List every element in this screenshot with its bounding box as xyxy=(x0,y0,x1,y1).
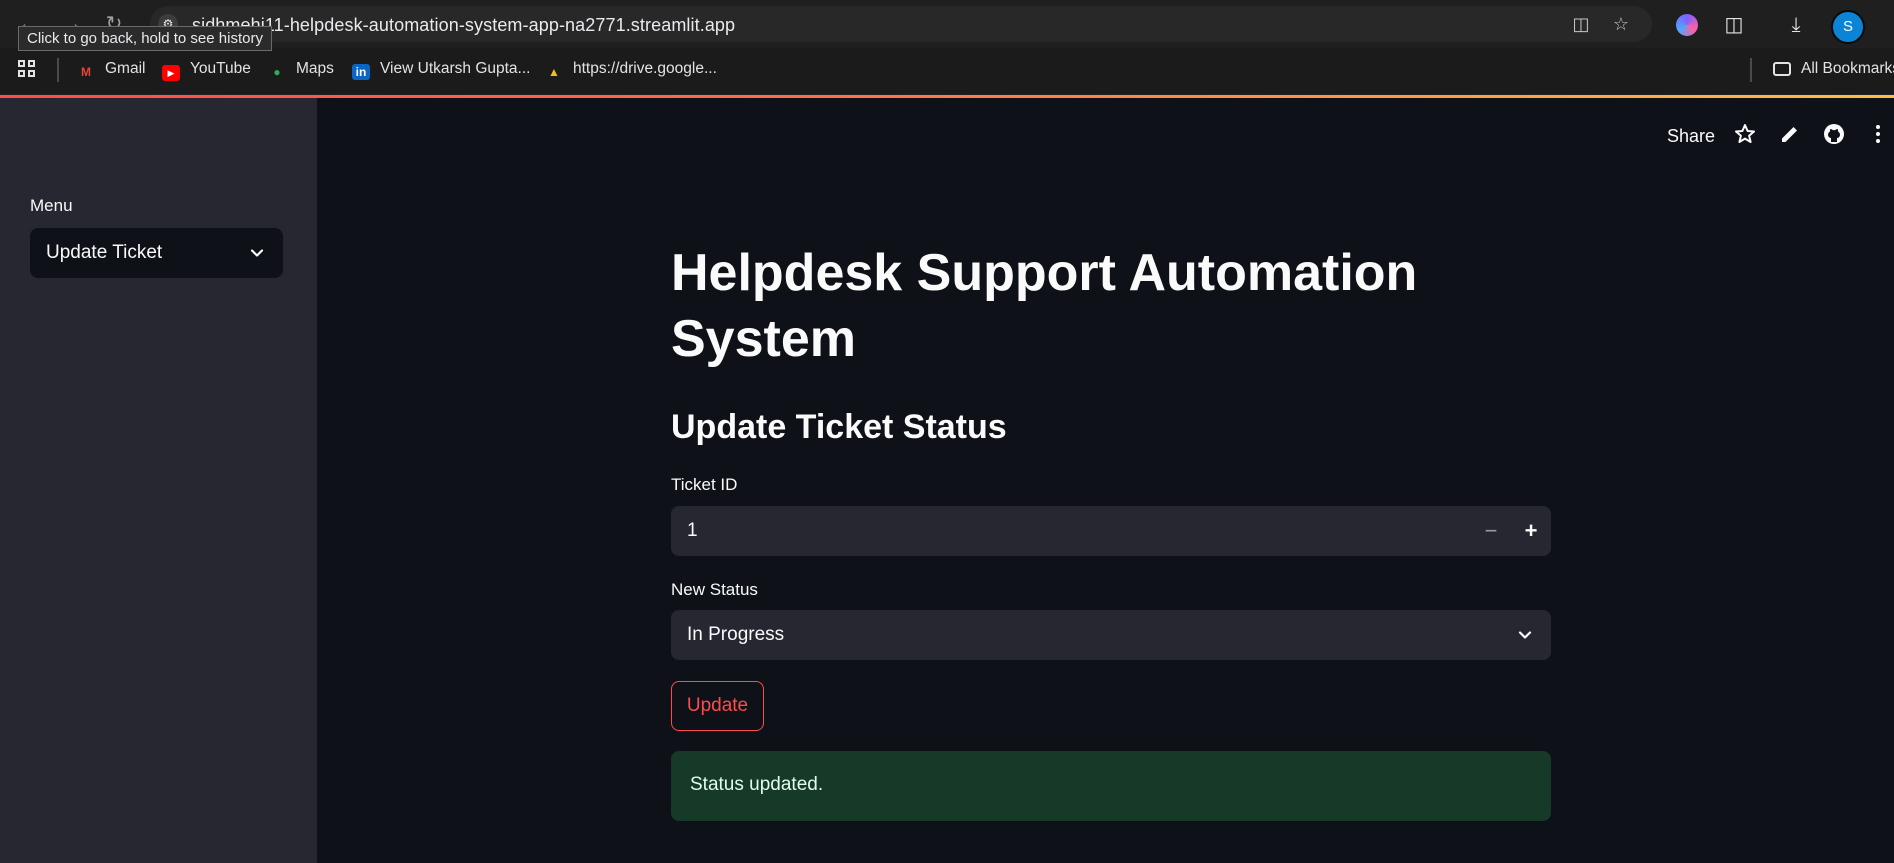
download-icon[interactable]: ⤓ xyxy=(1783,12,1809,38)
page-title: Helpdesk Support Automation System xyxy=(671,244,1418,368)
folder-icon xyxy=(1773,62,1791,76)
extension-brain-icon[interactable] xyxy=(1676,14,1698,36)
share-button[interactable]: Share xyxy=(1667,126,1715,147)
apps-grid-icon[interactable] xyxy=(18,60,38,80)
bookmarks-separator xyxy=(57,58,59,82)
menu-selected-value: Update Ticket xyxy=(46,242,163,263)
bookmark-star-icon[interactable]: ☆ xyxy=(1610,13,1632,35)
section-heading: Update Ticket Status xyxy=(671,408,1007,446)
bookmark-drive[interactable]: ▲ https://drive.google... xyxy=(545,58,717,80)
update-button[interactable]: Update xyxy=(671,681,764,731)
sidebar: Menu Update Ticket xyxy=(0,98,317,863)
omnibox[interactable]: ⚙ sidhmehi11-helpdesk-automation-system-… xyxy=(150,6,1652,42)
ticket-id-value[interactable]: 1 xyxy=(687,520,698,542)
all-bookmarks[interactable]: All Bookmarks xyxy=(1773,58,1894,80)
drive-icon: ▲ xyxy=(548,65,560,79)
profile-avatar[interactable]: S xyxy=(1831,10,1865,44)
increment-button[interactable]: + xyxy=(1511,506,1551,556)
chevron-down-icon xyxy=(1518,631,1532,639)
bookmark-gmail[interactable]: M Gmail xyxy=(77,58,145,80)
star-icon[interactable] xyxy=(1733,122,1757,146)
bookmark-maps[interactable]: ● Maps xyxy=(268,58,334,80)
bookmark-youtube[interactable]: ▶ YouTube xyxy=(162,58,251,81)
url-text[interactable]: sidhmehi11-helpdesk-automation-system-ap… xyxy=(192,15,735,36)
bookmarks-separator-right xyxy=(1750,58,1752,82)
address-bar-row: ← → ↻ ⚙ sidhmehi11-helpdesk-automation-s… xyxy=(0,0,1894,48)
extensions-icon[interactable]: ◫ xyxy=(1721,12,1747,38)
linkedin-icon: in xyxy=(352,64,370,80)
menu-select[interactable]: Update Ticket xyxy=(30,228,283,278)
bookmark-linkedin[interactable]: in View Utkarsh Gupta... xyxy=(352,58,530,80)
new-status-value: In Progress xyxy=(687,624,785,645)
chevron-down-icon xyxy=(250,249,264,257)
more-vertical-icon[interactable] xyxy=(1866,122,1890,146)
maps-icon: ● xyxy=(273,65,281,79)
new-status-label: New Status xyxy=(671,580,758,599)
ticket-id-label: Ticket ID xyxy=(671,475,738,494)
gmail-icon: M xyxy=(81,65,91,79)
browser-chrome: ← → ↻ ⚙ sidhmehi11-helpdesk-automation-s… xyxy=(0,0,1894,97)
edit-pencil-icon[interactable] xyxy=(1778,122,1802,146)
github-icon[interactable] xyxy=(1822,122,1846,146)
ticket-id-input[interactable]: 1 − + xyxy=(671,506,1551,556)
success-alert: Status updated. xyxy=(671,751,1551,821)
new-status-select[interactable]: In Progress xyxy=(671,610,1551,660)
youtube-icon: ▶ xyxy=(162,65,180,81)
menu-label: Menu xyxy=(30,196,73,215)
decrement-button[interactable]: − xyxy=(1471,506,1511,556)
install-app-icon[interactable]: ◫ xyxy=(1570,13,1592,35)
back-button-tooltip: Click to go back, hold to see history xyxy=(18,26,272,51)
success-message: Status updated. xyxy=(690,774,824,795)
